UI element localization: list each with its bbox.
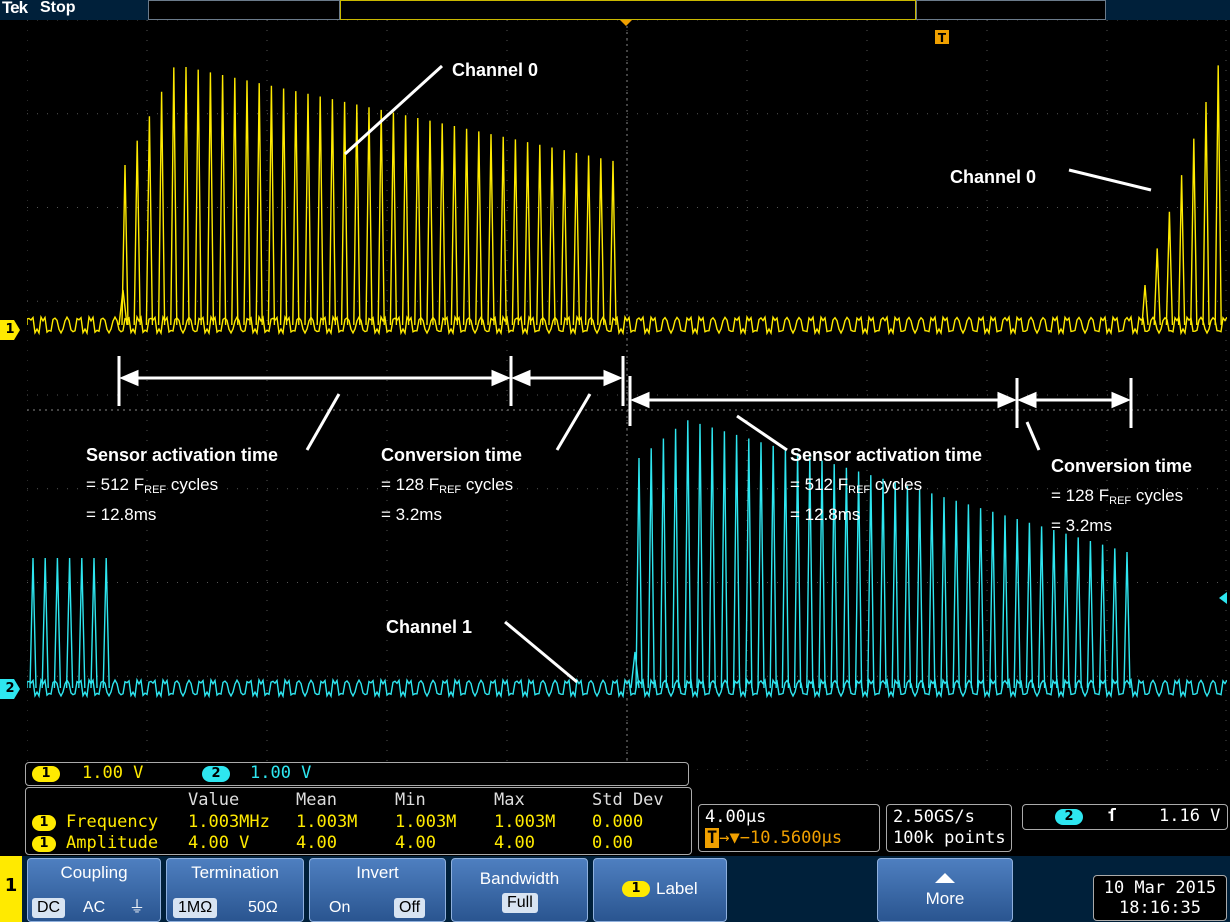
timebase-readout[interactable]: 4.00µs T →▼−10.5600µs	[698, 804, 880, 852]
measurement-max: 4.00	[494, 833, 535, 853]
channel-scale-readout: 1 1.00 V 2 1.00 V	[25, 762, 689, 786]
trigger-t-icon: T	[705, 828, 720, 848]
date: 10 Mar 2015	[1103, 878, 1217, 898]
coupling-title: Coupling	[60, 863, 128, 882]
waveform-display: T	[27, 20, 1227, 770]
column-header: Min	[395, 790, 426, 810]
trigger-level: 1.16 V	[1159, 806, 1221, 826]
more-title: More	[925, 889, 965, 908]
date-time-display: 10 Mar 2015 18:16:35	[1093, 875, 1227, 921]
horizontal-scale: 4.00µs	[705, 807, 767, 827]
annotation-sensor-activation-1: Sensor activation time = 512 FREF cycles…	[86, 445, 278, 525]
coupling-ground-icon[interactable]: ⏚	[124, 892, 150, 918]
termination-button[interactable]: Termination 1MΩ 50Ω	[166, 858, 304, 922]
annotation-line: = 3.2ms	[381, 505, 442, 524]
svg-text:T: T	[938, 31, 947, 45]
up-arrow-icon	[935, 873, 955, 883]
record-view-left	[148, 0, 340, 20]
more-button[interactable]: More	[877, 858, 1013, 922]
annotation-channel1: Channel 1	[386, 617, 473, 637]
annotation-line: = 12.8ms	[790, 505, 861, 524]
column-header: Mean	[296, 790, 337, 810]
menu-channel-marker: 1	[0, 856, 22, 922]
measurement-min: 4.00	[395, 833, 436, 853]
record-length: 100k points	[893, 828, 1006, 848]
measurement-name[interactable]: Frequency	[66, 812, 158, 832]
measurement-channel-badge: 1	[32, 815, 56, 831]
invert-off-option[interactable]: Off	[394, 898, 426, 918]
time: 18:16:35	[1119, 898, 1201, 918]
invert-on-option[interactable]: On	[324, 898, 355, 918]
coupling-dc-option[interactable]: DC	[32, 898, 66, 918]
channel-1-ground-marker[interactable]: 1	[0, 320, 20, 340]
graticule	[27, 20, 1227, 770]
bandwidth-button[interactable]: Bandwidth Full	[451, 858, 588, 922]
annotation-line: = 12.8ms	[86, 505, 157, 524]
channel-2-scale[interactable]: 1.00 V	[250, 763, 311, 783]
trigger-level-marker	[1219, 592, 1227, 604]
annotation-arrows	[117, 64, 1152, 684]
label-channel-badge: 1	[622, 881, 650, 897]
measurement-mean: 1.003M	[296, 812, 358, 832]
annotation-title: Conversion time	[1051, 456, 1193, 476]
brand-logo: Tek	[2, 0, 28, 17]
annotation-title: Sensor activation time	[86, 445, 279, 465]
measurement-name[interactable]: Amplitude	[66, 833, 158, 853]
termination-1mohm-option[interactable]: 1MΩ	[173, 898, 218, 918]
annotation-conversion-2: Conversion time = 128 FREF cycles = 3.2m…	[1051, 456, 1192, 536]
annotation-line: = 512 FREF cycles	[790, 475, 923, 496]
invert-button[interactable]: Invert On Off	[309, 858, 446, 922]
label-button[interactable]: 1 Label	[593, 858, 727, 922]
annotation-line: = 3.2ms	[1051, 516, 1112, 535]
measurement-value: 4.00 V	[188, 833, 250, 853]
measurement-channel-badge: 1	[32, 836, 56, 852]
acquisition-status: Stop	[40, 0, 76, 16]
annotation-channel0-right: Channel 0	[950, 167, 1037, 187]
record-view-right	[916, 0, 1106, 20]
channel-1-badge[interactable]: 1	[32, 766, 60, 782]
measurement-stddev: 0.000	[592, 812, 644, 832]
channel-1-scale[interactable]: 1.00 V	[82, 763, 143, 783]
annotation-conversion-1: Conversion time = 128 FREF cycles = 3.2m…	[381, 445, 522, 525]
column-header: Max	[494, 790, 525, 810]
coupling-button[interactable]: Coupling DC AC ⏚	[27, 858, 161, 922]
measurement-value: 1.003MHz	[188, 812, 270, 832]
annotation-title: Conversion time	[381, 445, 523, 465]
trigger-source-badge: 2	[1055, 809, 1083, 825]
measurement-stddev: 0.00	[592, 833, 633, 853]
termination-50ohm-option[interactable]: 50Ω	[243, 898, 283, 918]
trigger-position: T →▼−10.5600µs	[705, 828, 843, 848]
measurement-min: 1.003M	[395, 812, 457, 832]
measurement-table: Value Mean Min Max Std Dev 1 Frequency 1…	[25, 787, 692, 855]
bandwidth-title: Bandwidth	[479, 869, 560, 888]
sample-rate: 2.50GS/s	[893, 807, 975, 827]
annotation-title: Sensor activation time	[790, 445, 983, 465]
trigger-readout[interactable]: 2 ſ 1.16 V	[1022, 804, 1228, 830]
trigger-slope-icon: ſ	[1107, 806, 1118, 826]
annotation-channel0-top: Channel 0	[452, 60, 539, 80]
measurement-mean: 4.00	[296, 833, 337, 853]
annotation-line: = 512 FREF cycles	[86, 475, 219, 496]
termination-title: Termination	[191, 863, 279, 882]
invert-title: Invert	[356, 863, 399, 882]
coupling-ac-option[interactable]: AC	[78, 898, 110, 918]
channel-2-badge[interactable]: 2	[202, 766, 230, 782]
column-header: Value	[188, 790, 240, 810]
label-title: Label	[656, 879, 698, 898]
record-view-window[interactable]	[340, 0, 916, 20]
column-header: Std Dev	[592, 790, 664, 810]
annotation-line: = 128 FREF cycles	[381, 475, 514, 496]
annotation-line: = 128 FREF cycles	[1051, 486, 1184, 507]
channel-2-ground-marker[interactable]: 2	[0, 679, 20, 699]
trigger-position-marker	[620, 20, 632, 26]
annotation-sensor-activation-2: Sensor activation time = 512 FREF cycles…	[790, 445, 982, 525]
acquisition-readout[interactable]: 2.50GS/s 100k points	[886, 804, 1012, 852]
measurement-max: 1.003M	[494, 812, 556, 832]
bandwidth-value: Full	[502, 893, 538, 913]
